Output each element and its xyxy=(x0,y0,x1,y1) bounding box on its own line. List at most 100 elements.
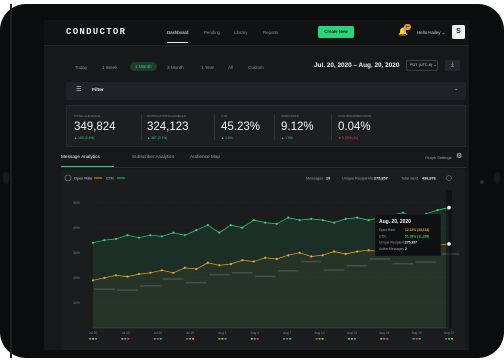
line-chart[interactable]: Open Rate CTR Messages 19 Unique Recipie… xyxy=(61,170,466,350)
message-marker xyxy=(386,338,389,340)
message-marker xyxy=(350,338,353,340)
stat-label: CTR xyxy=(221,114,228,118)
data-point-ctr xyxy=(356,216,359,219)
sent-value: 436,976 xyxy=(422,177,436,181)
data-point-open-rate xyxy=(275,257,278,261)
data-point-open-rate xyxy=(137,272,141,276)
tab-audience-map[interactable]: Audience Map xyxy=(190,154,220,159)
tooltip-row-value: 51.38% (11,298) xyxy=(405,234,429,238)
message-marker xyxy=(451,338,453,340)
range-1-year[interactable]: 1 Year xyxy=(201,65,214,70)
message-marker xyxy=(92,338,94,340)
data-point-open-rate xyxy=(160,269,164,272)
x-tick-label: Aug 10 xyxy=(314,331,324,335)
graph-settings-label[interactable]: Graph Settings xyxy=(425,155,452,160)
range-today[interactable]: Today xyxy=(75,65,87,70)
divider xyxy=(331,114,332,140)
data-point-ctr xyxy=(160,235,164,238)
stat-change: ▲ 153 (0.4%) xyxy=(74,136,95,140)
tab-message-analytics[interactable]: Message Analytics xyxy=(61,154,100,159)
data-point-ctr xyxy=(333,221,336,224)
tooltip-row-label: CTR: xyxy=(379,234,387,238)
download-icon[interactable]: ⤓ xyxy=(445,60,460,71)
info-icon xyxy=(446,175,452,181)
x-tick-label: Aug 22 xyxy=(444,331,454,335)
stat-value: 9.12% xyxy=(281,121,314,133)
timezone-select[interactable]: PDT (UTC-8) ⌄ xyxy=(406,60,438,71)
message-marker xyxy=(445,338,447,340)
chart-legend: Open Rate CTR xyxy=(64,174,125,182)
data-point-open-rate xyxy=(195,267,198,271)
legend-label-open-rate: Open Rate xyxy=(74,177,92,181)
legend-label-ctr: CTR xyxy=(106,177,114,181)
message-marker xyxy=(380,338,383,340)
user-menu-label: Hello Hailey xyxy=(417,30,441,35)
message-marker xyxy=(256,338,259,340)
message-marker xyxy=(448,338,450,340)
range-1-week[interactable]: 1 Week xyxy=(102,65,118,70)
date-range-display[interactable]: Jul. 20, 2020 – Aug. 20, 2020 xyxy=(314,62,399,69)
message-marker xyxy=(415,338,418,340)
message-marker xyxy=(289,338,292,340)
message-marker xyxy=(315,338,318,340)
stat-value: 0.04% xyxy=(338,121,371,133)
filter-label: Filter xyxy=(92,88,104,93)
message-marker xyxy=(221,338,224,340)
range-custom[interactable]: Custom xyxy=(248,65,264,70)
tab-subscriber-analytics[interactable]: Subscriber Analytics xyxy=(132,154,174,159)
data-point-ctr xyxy=(436,208,439,212)
x-tick-label: Aug 7 xyxy=(283,331,292,335)
data-point-open-rate xyxy=(114,274,118,277)
tooltip-row-value: 12.13% (25,134) xyxy=(405,228,429,232)
chart-summary: Messages 19 Unique Recipients 275,357 To… xyxy=(306,175,452,181)
data-point-open-rate xyxy=(149,271,152,274)
chart-tooltip: Aug. 20, 2020 Open Rate: 12.13% (25,134) CT… xyxy=(374,213,442,257)
message-marker xyxy=(186,338,189,340)
info-icon xyxy=(64,174,72,182)
data-point-ctr xyxy=(126,234,129,237)
x-tick-label: Aug 4 xyxy=(251,331,260,335)
stat-change: ▲ 1.5% xyxy=(281,136,293,140)
tablet-button-right xyxy=(494,172,500,184)
message-marker xyxy=(412,338,415,340)
data-point-ctr xyxy=(344,217,347,220)
data-point-open-rate xyxy=(367,249,370,252)
data-point-open-rate xyxy=(241,259,244,262)
range-1-month[interactable]: 1 Month xyxy=(130,62,157,71)
gear-icon[interactable]: ⚙ xyxy=(456,152,462,160)
tablet-edge xyxy=(10,4,12,358)
stat-value: 45.23% xyxy=(221,121,261,133)
divider xyxy=(214,114,215,140)
message-marker xyxy=(218,338,221,340)
messages-value: 19 xyxy=(326,177,330,181)
stat-change: ▼ 0.05% (1k) xyxy=(338,136,359,140)
filter-bar[interactable]: ☰ Filter ⌄ xyxy=(66,82,466,100)
x-tick-label: Aug 16 xyxy=(379,331,389,335)
stat-value: 349,824 xyxy=(74,121,116,133)
nav-item-reports[interactable]: Reports xyxy=(263,30,278,35)
y-tick-label: 30% xyxy=(73,251,80,255)
data-point-ctr xyxy=(275,222,278,225)
nav-item-library[interactable]: Library xyxy=(234,30,247,35)
message-marker xyxy=(347,338,350,340)
stat-label: OPEN RATE xyxy=(281,114,299,118)
range-all[interactable]: All xyxy=(228,65,233,70)
tooltip-row-label: Unique Recipients: xyxy=(379,241,407,245)
stat-change: ▲ 387 (0.1%) xyxy=(147,136,168,140)
data-point-open-rate xyxy=(321,254,324,257)
nav-item-pending[interactable]: Pending xyxy=(204,30,220,35)
chart-panel: Open Rate CTR Messages 19 Unique Recipie… xyxy=(61,170,466,350)
nav-item-dashboard[interactable]: Dashboard xyxy=(167,30,189,43)
user-menu[interactable]: Hello Hailey ⌄ xyxy=(417,30,445,36)
avatar[interactable]: S xyxy=(452,25,465,39)
range-3-month[interactable]: 3 Month xyxy=(167,65,184,70)
x-tick-label: Aug 1 xyxy=(218,331,227,335)
data-point-open-rate xyxy=(298,251,301,254)
app-screen: CONDUCTOR Dashboard Pending Library Repo… xyxy=(44,20,469,350)
create-new-button[interactable]: Create New xyxy=(318,26,354,38)
data-point-open-rate xyxy=(333,250,336,253)
data-point-ctr xyxy=(229,224,232,227)
data-point-ctr xyxy=(114,237,118,241)
divider xyxy=(141,114,142,140)
message-marker xyxy=(121,338,124,340)
